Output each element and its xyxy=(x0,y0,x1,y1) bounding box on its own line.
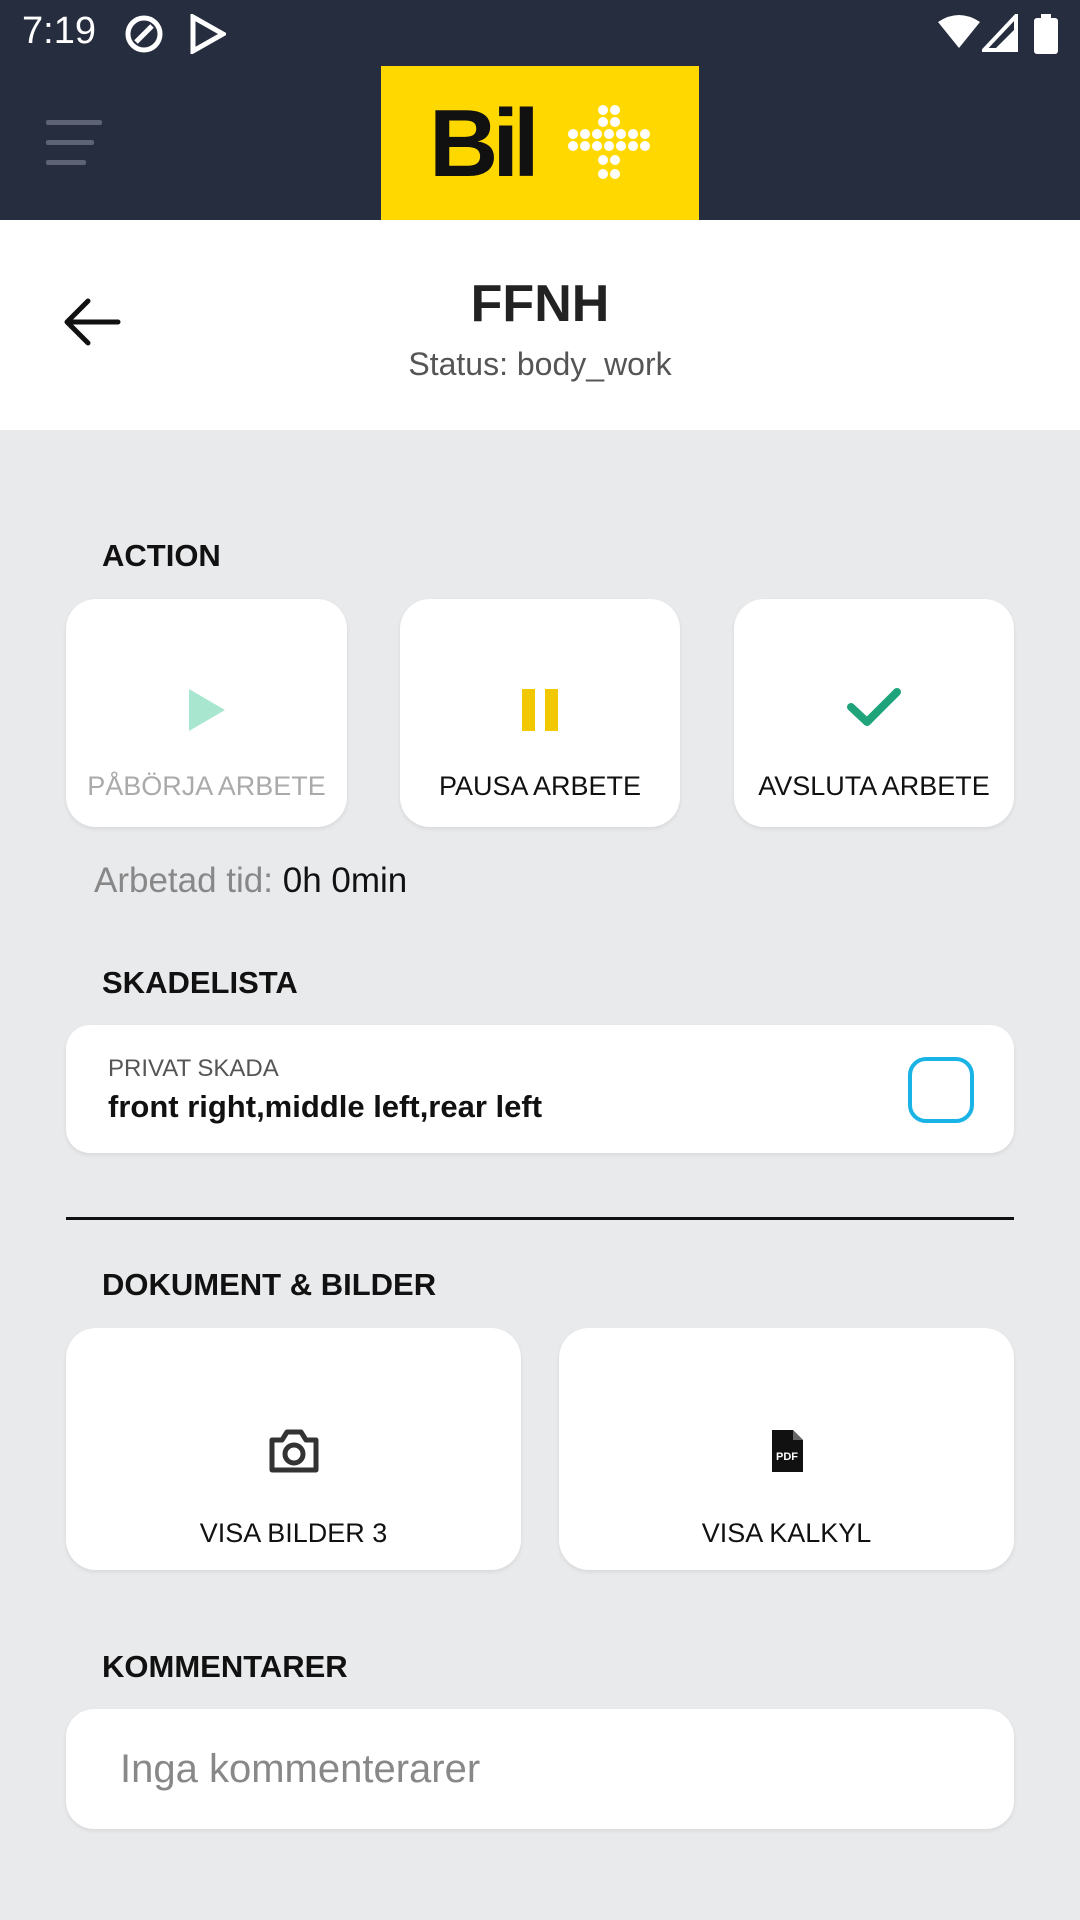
start-work-label: PÅBÖRJA ARBETE xyxy=(87,771,326,801)
show-calculation-label: VISA KALKYL xyxy=(701,1518,872,1548)
pause-icon xyxy=(520,687,560,738)
status-time: 7:19 xyxy=(22,10,96,52)
damage-type: PRIVAT SKADA xyxy=(108,1055,279,1082)
play-icon xyxy=(187,687,227,738)
app-bar: Bil xyxy=(0,66,1080,220)
pause-work-button[interactable]: PAUSA ARBETE xyxy=(400,599,680,827)
sync-icon xyxy=(124,14,164,59)
show-calculation-button[interactable]: PDF VISA KALKYL xyxy=(559,1328,1014,1570)
brand-logo: Bil xyxy=(381,66,699,220)
pdf-icon: PDF xyxy=(768,1428,806,1479)
wifi-icon xyxy=(936,14,982,55)
damage-description: front right,middle left,rear left xyxy=(108,1089,543,1124)
comments-section-title: KOMMENTARER xyxy=(102,1649,348,1684)
start-work-button[interactable]: PÅBÖRJA ARBETE xyxy=(66,599,347,827)
camera-icon xyxy=(268,1428,320,1479)
logo-text: Bil xyxy=(429,90,540,197)
finish-work-button[interactable]: AVSLUTA ARBETE xyxy=(734,599,1014,827)
menu-icon[interactable] xyxy=(46,120,106,166)
pause-work-label: PAUSA ARBETE xyxy=(438,771,642,801)
worked-time: Arbetad tid: 0h 0min xyxy=(94,861,407,901)
worked-time-value: 0h 0min xyxy=(282,861,408,900)
finish-work-label: AVSLUTA ARBETE xyxy=(758,771,990,801)
signal-icon xyxy=(979,10,1018,57)
page-title: FFNH xyxy=(470,275,610,333)
damage-checkbox[interactable] xyxy=(908,1057,974,1123)
action-section-title: ACTION xyxy=(102,538,221,573)
worked-time-label: Arbetad tid: xyxy=(94,861,273,900)
check-icon xyxy=(847,687,901,732)
plus-dots-icon xyxy=(568,105,650,179)
svg-text:PDF: PDF xyxy=(776,1451,798,1463)
show-images-button[interactable]: VISA BILDER 3 xyxy=(66,1328,521,1570)
page-header: FFNH Status: body_work xyxy=(0,220,1080,430)
comments-placeholder: Inga kommenterarer xyxy=(120,1747,481,1791)
divider xyxy=(66,1217,1014,1220)
play-store-icon xyxy=(190,12,229,59)
status-text: Status: body_work xyxy=(408,346,672,382)
damage-list-item: PRIVAT SKADA front right,middle left,rea… xyxy=(66,1025,1014,1153)
documents-section-title: DOKUMENT & BILDER xyxy=(102,1267,437,1302)
status-bar: 7:19 xyxy=(0,0,1080,66)
show-images-label: VISA BILDER 3 xyxy=(199,1518,388,1548)
comments-field[interactable]: Inga kommenterarer xyxy=(66,1709,1014,1829)
battery-icon xyxy=(1034,14,1058,59)
damage-section-title: SKADELISTA xyxy=(102,965,298,1000)
